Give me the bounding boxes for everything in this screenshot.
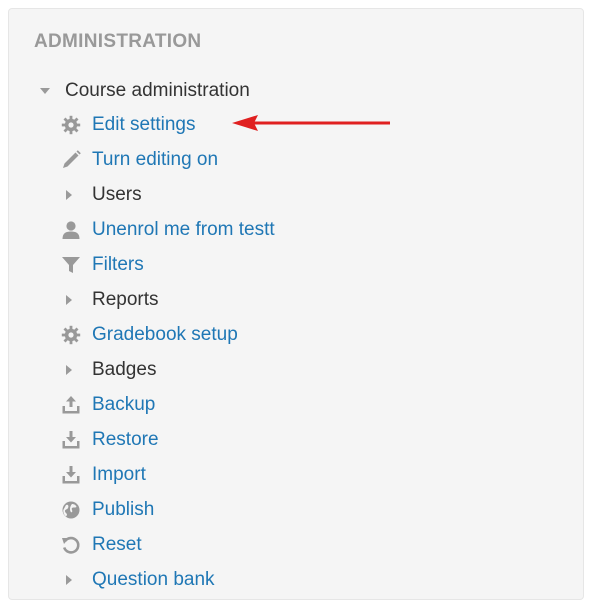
course-administration-label: Course administration [65,80,250,101]
gear-icon [59,114,83,136]
filters-label: Filters [92,254,144,275]
restore-label: Restore [92,429,159,450]
caret-right-icon [59,289,79,311]
caret-right-icon [59,569,79,591]
administration-block: ADMINISTRATION Course administration Edi… [8,8,584,600]
backup-link[interactable]: Backup [59,392,155,418]
filter-icon [59,254,83,276]
annotation-arrow [232,115,390,131]
restore-link[interactable]: Restore [59,427,159,453]
import-label: Import [92,464,146,485]
unenrol-me-link[interactable]: Unenrol me from testt [59,217,275,243]
filters-link[interactable]: Filters [59,252,144,278]
backup-label: Backup [92,394,156,415]
download-icon [59,464,83,486]
caret-down-icon [37,87,53,95]
users-label: Users [92,184,142,205]
reset-icon [59,534,83,556]
unenrol-me-label: Unenrol me from testt [92,219,275,240]
badges-label: Badges [92,359,157,380]
download-icon [59,429,83,451]
reset-link[interactable]: Reset [59,532,142,558]
turn-editing-on-link[interactable]: Turn editing on [59,147,218,173]
question-bank-node[interactable]: Question bank [59,567,215,593]
edit-settings-label: Edit settings [92,114,196,135]
publish-link[interactable]: Publish [59,497,154,523]
caret-right-icon [59,184,79,206]
upload-icon [59,394,83,416]
caret-right-icon [59,359,79,381]
gradebook-setup-label: Gradebook setup [92,324,238,345]
reports-node[interactable]: Reports [59,287,159,313]
turn-editing-on-label: Turn editing on [92,149,219,170]
pencil-icon [59,149,83,171]
user-icon [59,219,83,241]
globe-icon [59,499,83,521]
publish-label: Publish [92,499,155,520]
users-node[interactable]: Users [59,182,142,208]
reset-label: Reset [92,534,142,555]
import-link[interactable]: Import [59,462,146,488]
gradebook-setup-link[interactable]: Gradebook setup [59,322,238,348]
badges-node[interactable]: Badges [59,357,156,383]
reports-label: Reports [92,289,159,310]
gear-icon [59,324,83,346]
edit-settings-link[interactable]: Edit settings [59,112,196,138]
course-administration-node[interactable]: Course administration [37,78,250,104]
question-bank-label: Question bank [92,569,215,590]
block-title: ADMINISTRATION [34,31,202,52]
